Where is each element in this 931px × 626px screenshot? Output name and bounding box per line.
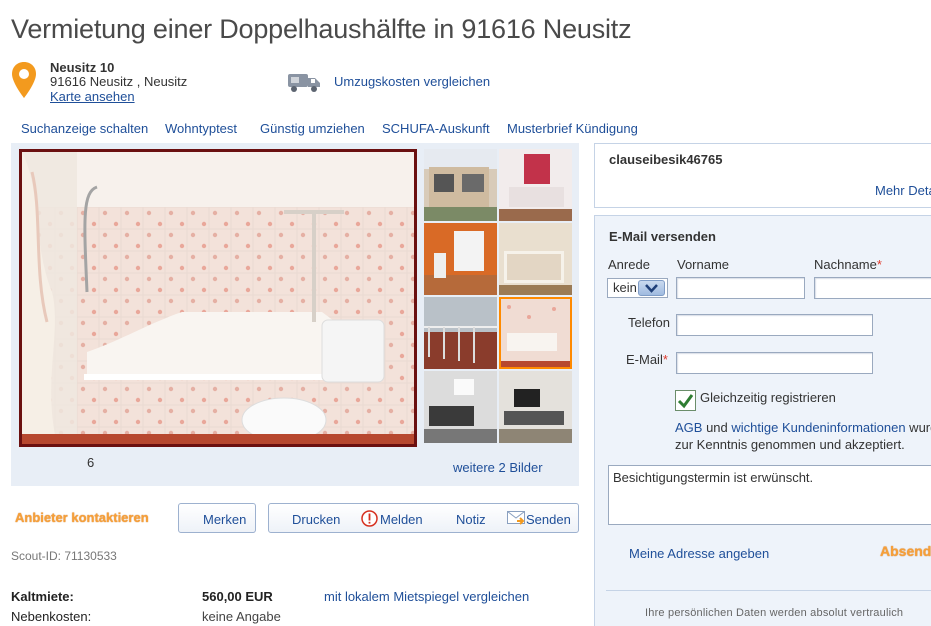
nav-item-search-ad[interactable]: Suchanzeige schalten [21,121,148,136]
location-pin-icon [12,62,36,98]
rent-value: 560,00 EUR [202,589,273,604]
nav-item-termination-letter[interactable]: Musterbrief Kündigung [507,121,638,136]
thumbnail-6-selected[interactable] [499,297,572,369]
agb-link[interactable]: AGB [675,420,702,435]
extra-costs-value: keine Angabe [202,609,281,624]
scout-id: Scout-ID: 71130533 [11,549,117,563]
note-button[interactable]: Notiz [456,512,486,527]
address-city: 91616 Neusitz , Neusitz [50,74,188,89]
rent-label: Kaltmiete: [11,589,74,604]
photo-count: 6 [87,455,95,470]
firstname-input[interactable] [676,277,805,299]
provider-name: clauseibesik46765 [609,152,723,167]
submit-button[interactable]: Absend [880,543,931,559]
remember-button[interactable]: Merken [178,503,256,533]
compare-moving-costs-link[interactable]: Umzugskosten vergleichen [334,74,490,89]
email-heading: E-Mail versenden [609,229,716,244]
salutation-label: Anrede [608,257,650,272]
remember-label: Merken [203,512,247,527]
phone-input[interactable] [676,314,873,336]
phone-label: Telefon [628,315,670,330]
more-photos-link[interactable]: weitere 2 Bilder [453,460,543,475]
alert-icon [361,510,378,527]
page-title: Vermietung einer Doppelhaushälfte in 916… [11,14,632,44]
address-street: Neusitz 10 [50,60,115,75]
nav-item-cheap-moving[interactable]: Günstig umziehen [260,121,365,136]
mietspiegel-link[interactable]: mit lokalem Mietspiegel vergleichen [324,589,529,604]
message-text: Besichtigungstermin ist erwünscht. [613,470,814,485]
thumbnail-4[interactable] [499,223,572,295]
email-input[interactable] [676,352,873,374]
firstname-label: Vorname [677,257,730,272]
terms-line2: zur Kenntnis genommen und akzeptiert. [675,437,905,452]
nav-item-schufa[interactable]: SCHUFA-Auskunft [382,121,490,136]
thumbnail-5[interactable] [424,297,497,369]
moving-truck-icon [288,74,320,92]
main-photo[interactable] [19,149,417,447]
register-checkbox[interactable] [675,390,696,411]
envelope-icon [507,511,525,525]
thumbnail-8[interactable] [499,371,572,443]
print-button[interactable]: Drucken [292,512,340,527]
action-button-group: Drucken Melden Notiz Senden [268,503,579,533]
more-details-link[interactable]: Mehr Deta [875,183,931,198]
thumbnail-1[interactable] [424,149,497,221]
my-address-link[interactable]: Meine Adresse angeben [629,546,769,561]
map-link[interactable]: Karte ansehen [50,89,135,104]
contact-provider-link[interactable]: Anbieter kontaktieren [15,510,149,525]
terms-text: AGB und wichtige Kundeninformationen wur… [675,420,931,452]
lastname-input[interactable] [814,277,931,299]
send-button[interactable]: Senden [526,512,571,527]
privacy-note: Ihre persönlichen Daten werden absolut v… [645,607,904,619]
email-label: E-Mail* [626,352,668,367]
thumbnail-7[interactable] [424,371,497,443]
divider [606,590,931,591]
nav-item-living-type-test[interactable]: Wohntyptest [165,121,237,136]
thumbnail-2[interactable] [499,149,572,221]
lastname-label: Nachname* [814,257,882,272]
report-button[interactable]: Melden [380,512,423,527]
chevron-down-icon[interactable] [638,280,665,296]
register-label: Gleichzeitig registrieren [700,390,836,405]
salutation-value: kein [613,280,637,295]
extra-costs-label: Nebenkosten: [11,609,92,624]
customer-info-link[interactable]: wichtige Kundeninformationen [731,420,905,435]
thumbnail-3[interactable] [424,223,497,295]
